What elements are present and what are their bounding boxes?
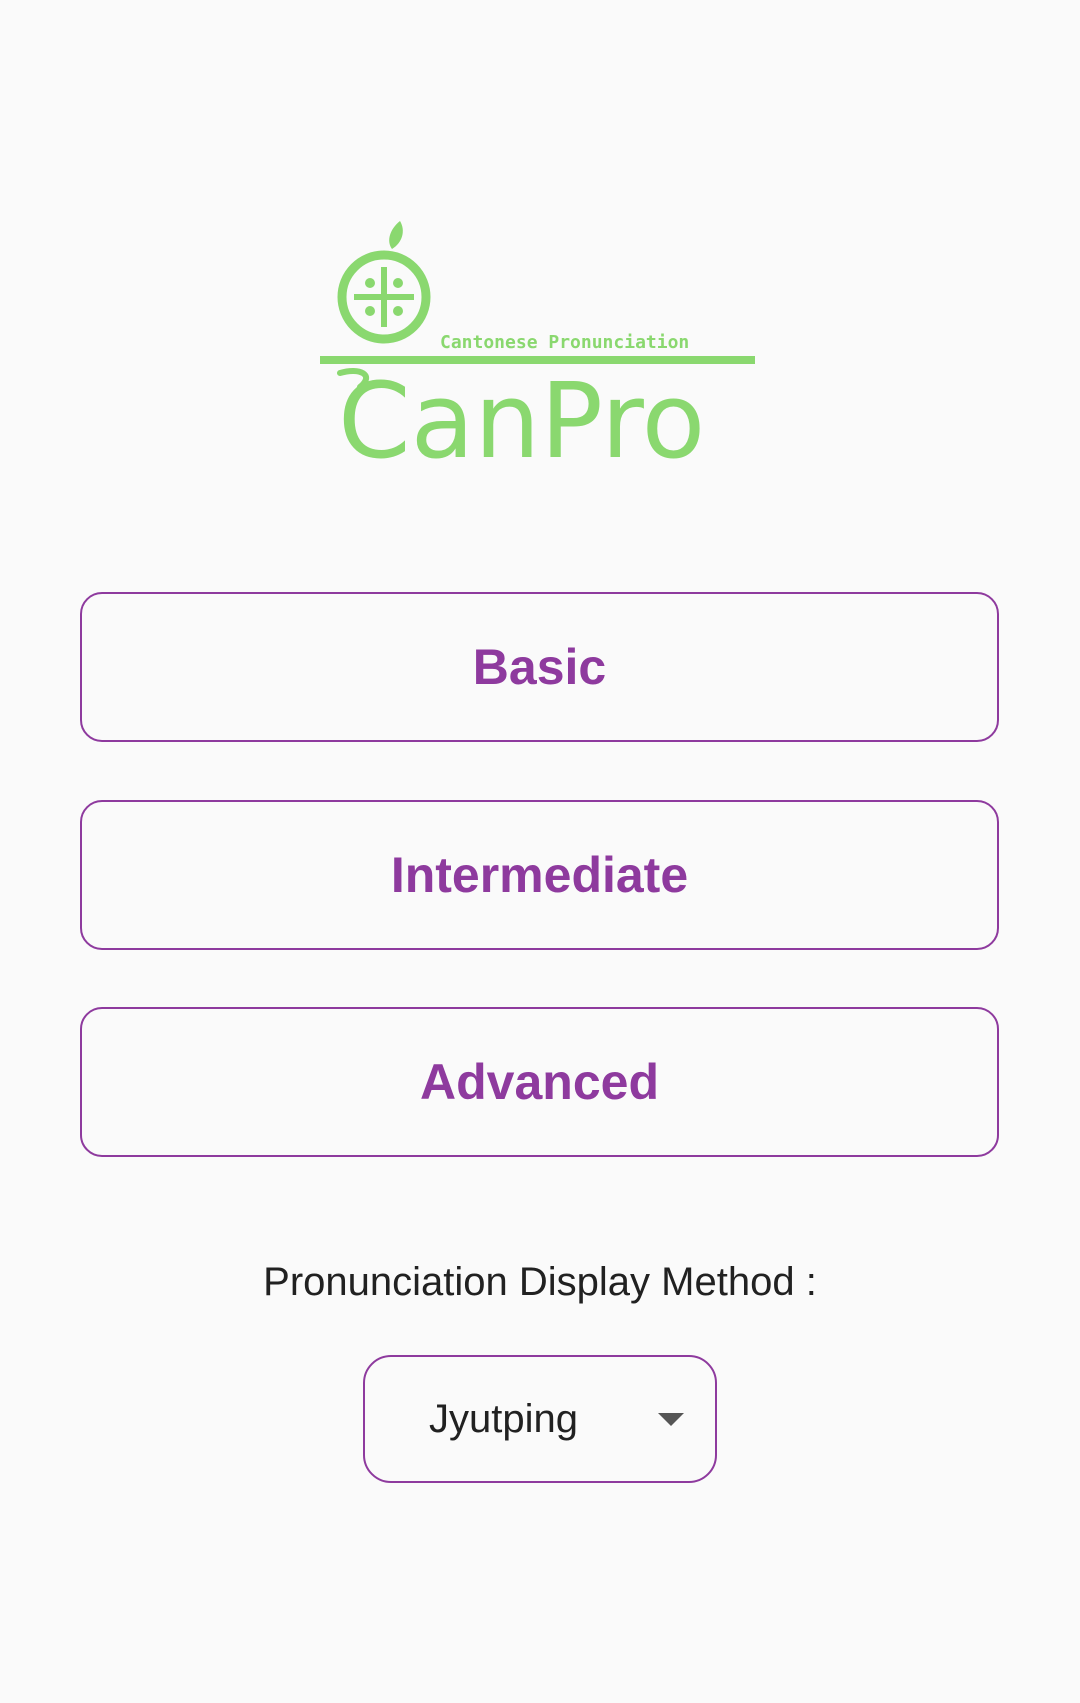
dropdown-arrow-icon [658, 1413, 684, 1426]
intermediate-button[interactable]: Intermediate [80, 800, 999, 950]
ball-emblem-icon [337, 250, 431, 344]
basic-button[interactable]: Basic [80, 592, 999, 742]
advanced-button-label: Advanced [420, 1054, 659, 1110]
logo-name: CanPro [338, 360, 705, 465]
display-method-dropdown[interactable]: Jyutping [363, 1355, 717, 1483]
advanced-button[interactable]: Advanced [80, 1007, 999, 1157]
intermediate-button-label: Intermediate [390, 847, 689, 903]
logo-tagline: Cantonese Pronunciation [440, 332, 689, 353]
leaf-icon [389, 221, 403, 249]
display-method-value: Jyutping [429, 1397, 578, 1441]
display-method-label: Pronunciation Display Method : [263, 1260, 817, 1304]
basic-button-label: Basic [472, 639, 607, 695]
canpro-logo: Cantonese Pronunciation CanPro [320, 215, 760, 465]
